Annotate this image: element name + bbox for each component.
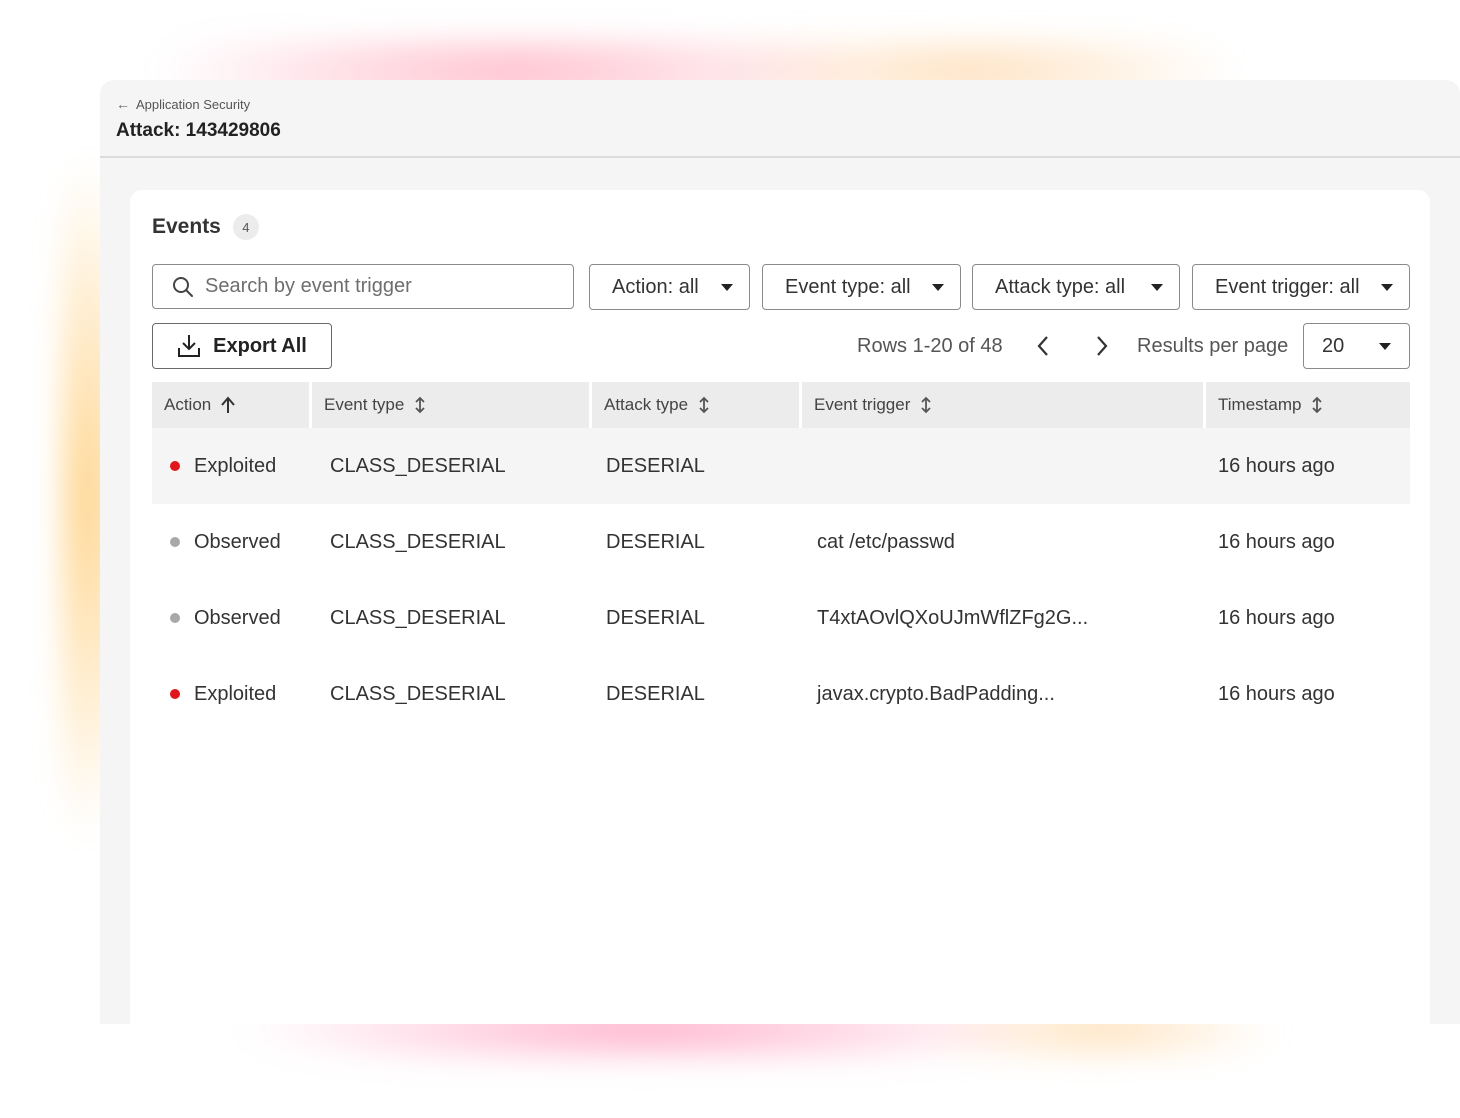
results-per-page-select[interactable]: 20 bbox=[1303, 323, 1410, 369]
table-row[interactable]: Exploited CLASS_DESERIAL DESERIAL 16 hou… bbox=[152, 428, 1410, 504]
timestamp-cell: 16 hours ago bbox=[1218, 606, 1335, 629]
column-header-label: Timestamp bbox=[1218, 395, 1302, 414]
export-all-label: Export All bbox=[213, 334, 307, 357]
event-trigger-cell: T4xtAOvlQXoUJmWflZFg2G... bbox=[817, 606, 1089, 629]
event-type-cell: CLASS_DESERIAL bbox=[330, 454, 506, 477]
sort-icon bbox=[1312, 396, 1323, 414]
events-header: Events 4 bbox=[152, 214, 259, 240]
action-value: Observed bbox=[194, 606, 281, 629]
timestamp-cell: 16 hours ago bbox=[1218, 682, 1335, 705]
app-window: ← Application Security Attack: 143429806… bbox=[100, 80, 1460, 1024]
table-header: Action Event type Attack type Event trig… bbox=[152, 382, 1410, 428]
breadcrumb[interactable]: ← Application Security bbox=[116, 96, 250, 112]
column-header-timestamp[interactable]: Timestamp bbox=[1206, 382, 1410, 428]
sort-icon bbox=[699, 396, 709, 414]
caret-down-icon bbox=[932, 283, 944, 291]
column-header-label: Event type bbox=[324, 395, 405, 414]
search-input[interactable]: Search by event trigger bbox=[152, 264, 574, 309]
timestamp-cell: 16 hours ago bbox=[1218, 454, 1335, 477]
table-row[interactable]: Exploited CLASS_DESERIAL DESERIAL javax.… bbox=[152, 656, 1410, 732]
results-per-page-label: Results per page bbox=[1137, 334, 1289, 357]
action-cell: Exploited bbox=[170, 428, 276, 504]
action-value: Exploited bbox=[194, 454, 277, 477]
column-header-label: Attack type bbox=[604, 395, 689, 414]
caret-down-icon bbox=[1379, 342, 1391, 350]
attack-type-cell: DESERIAL bbox=[606, 682, 705, 705]
event-type-cell: CLASS_DESERIAL bbox=[330, 682, 506, 705]
sort-icon bbox=[921, 396, 932, 414]
search-placeholder: Search by event trigger bbox=[205, 275, 412, 297]
attack-type-filter-label: Attack type: all bbox=[995, 275, 1126, 298]
event-trigger-cell: cat /etc/passwd bbox=[817, 530, 955, 553]
event-type-cell: CLASS_DESERIAL bbox=[330, 530, 506, 553]
event-trigger-filter-dropdown[interactable]: Event trigger: all bbox=[1192, 264, 1410, 310]
column-header-label: Event trigger bbox=[814, 395, 911, 414]
results-per-page-value: 20 bbox=[1322, 334, 1345, 357]
caret-down-icon bbox=[1151, 283, 1163, 291]
previous-page-button[interactable] bbox=[1028, 331, 1058, 361]
chevron-right-icon bbox=[1097, 336, 1108, 356]
event-trigger-filter-label: Event trigger: all bbox=[1215, 275, 1360, 298]
column-header-event-type[interactable]: Event type bbox=[312, 382, 589, 428]
event-type-cell: CLASS_DESERIAL bbox=[330, 606, 506, 629]
search-icon bbox=[173, 276, 193, 297]
action-value: Observed bbox=[194, 530, 281, 553]
events-heading: Events bbox=[152, 215, 221, 238]
column-header-attack-type[interactable]: Attack type bbox=[592, 382, 799, 428]
page-title: Attack: 143429806 bbox=[116, 120, 281, 141]
rows-range-text: Rows 1-20 of 48 bbox=[857, 334, 1003, 357]
status-dot bbox=[170, 461, 180, 471]
breadcrumb-link[interactable]: Application Security bbox=[136, 97, 250, 112]
action-cell: Observed bbox=[170, 504, 281, 580]
caret-down-icon bbox=[1381, 283, 1393, 291]
timestamp-cell: 16 hours ago bbox=[1218, 530, 1335, 553]
sort-icon bbox=[415, 396, 425, 414]
event-type-filter-dropdown[interactable]: Event type: all bbox=[762, 264, 961, 310]
attack-type-cell: DESERIAL bbox=[606, 606, 705, 629]
chevron-left-icon bbox=[1037, 336, 1048, 356]
event-trigger-cell: javax.crypto.BadPadding... bbox=[817, 682, 1055, 705]
sort-ascending-icon bbox=[221, 396, 236, 413]
event-type-filter-label: Event type: all bbox=[785, 275, 911, 298]
events-panel: Events 4 Search by event trigger Action:… bbox=[130, 190, 1430, 1024]
action-cell: Observed bbox=[170, 580, 281, 656]
column-header-event-trigger[interactable]: Event trigger bbox=[802, 382, 1203, 428]
table-row[interactable]: Observed CLASS_DESERIAL DESERIAL T4xtAOv… bbox=[152, 580, 1410, 656]
attack-type-filter-dropdown[interactable]: Attack type: all bbox=[972, 264, 1180, 310]
export-all-button[interactable]: Export All bbox=[152, 323, 332, 369]
back-arrow-icon[interactable]: ← bbox=[116, 96, 130, 112]
events-count-badge: 4 bbox=[232, 214, 259, 240]
page-header: ← Application Security Attack: 143429806 bbox=[100, 80, 1460, 158]
action-filter-dropdown[interactable]: Action: all bbox=[589, 264, 750, 310]
download-icon bbox=[178, 335, 201, 357]
status-dot bbox=[170, 537, 180, 547]
status-dot bbox=[170, 613, 180, 623]
attack-type-cell: DESERIAL bbox=[606, 454, 705, 477]
caret-down-icon bbox=[721, 283, 733, 291]
attack-type-cell: DESERIAL bbox=[606, 530, 705, 553]
action-value: Exploited bbox=[194, 682, 277, 705]
action-filter-label: Action: all bbox=[612, 275, 699, 298]
status-dot bbox=[170, 689, 180, 699]
next-page-button[interactable] bbox=[1087, 331, 1117, 361]
column-header-action[interactable]: Action bbox=[152, 382, 309, 428]
action-cell: Exploited bbox=[170, 656, 276, 732]
column-header-label: Action bbox=[164, 395, 212, 414]
table-row[interactable]: Observed CLASS_DESERIAL DESERIAL cat /et… bbox=[152, 504, 1410, 580]
